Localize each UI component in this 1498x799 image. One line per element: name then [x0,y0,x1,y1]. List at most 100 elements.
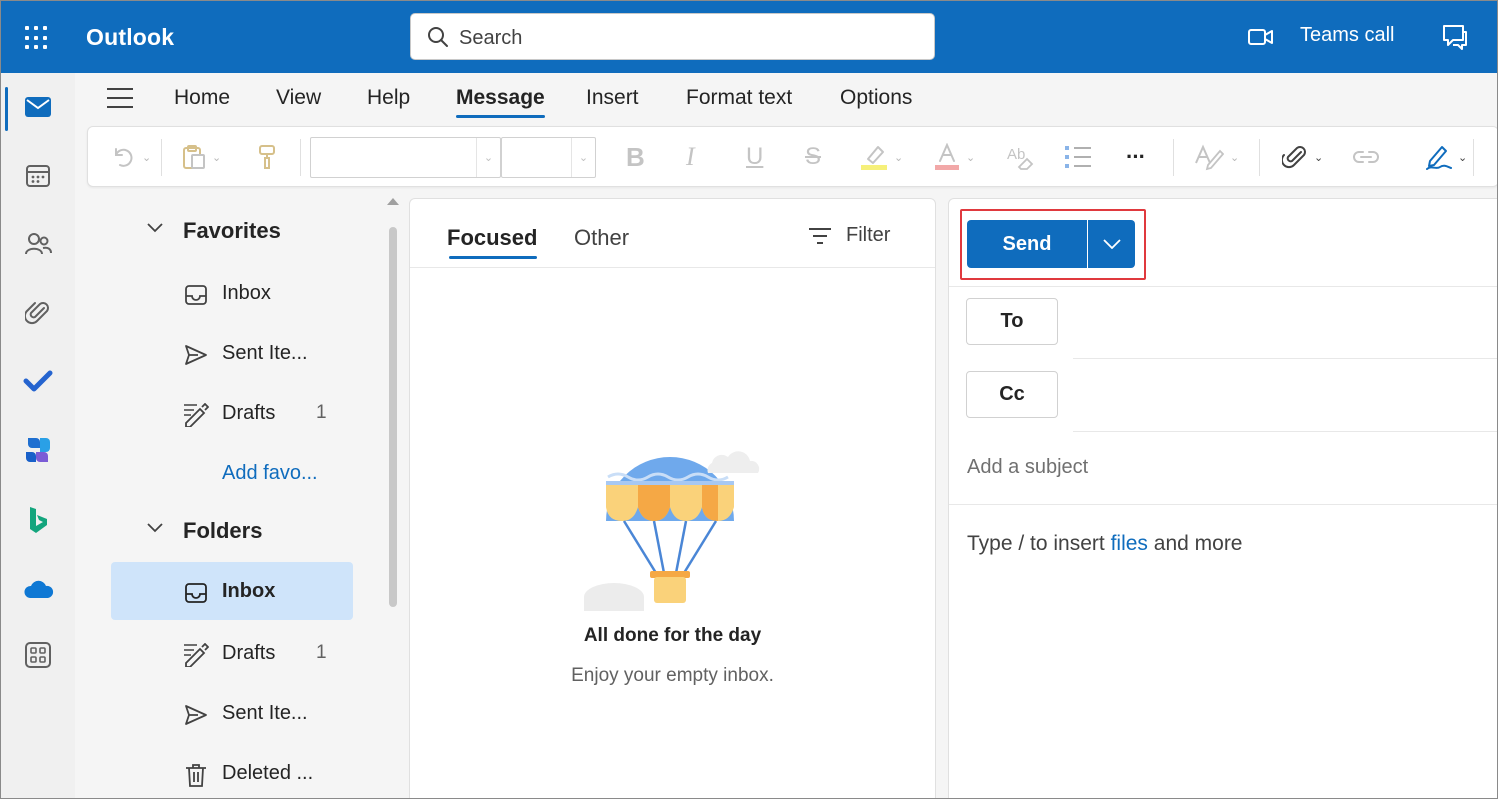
signature-icon [1426,146,1452,170]
bold-icon: B [626,141,645,172]
onedrive-icon[interactable] [19,570,57,608]
tab-home[interactable]: Home [174,86,230,110]
strikethrough-icon: S [805,143,822,170]
video-camera-icon[interactable] [1248,27,1274,47]
send-button[interactable]: Send [967,220,1087,268]
signature-button[interactable]: ⌄ [1424,143,1467,171]
svg-text:Ab: Ab [1007,146,1025,163]
font-name-select[interactable]: ⌄ [310,137,501,178]
folder-inbox[interactable]: Inbox [111,562,353,620]
font-color-button[interactable]: ⌄ [934,143,975,171]
search-placeholder: Search [459,27,523,49]
search-box[interactable]: Search [410,13,935,60]
app-launcher-icon[interactable] [23,24,51,52]
files-link[interactable]: files [1111,532,1148,555]
empty-state-title: All done for the day [583,625,762,646]
message-body[interactable]: Type / to insert files and more [967,532,1243,556]
unread-count: 1 [316,642,327,663]
tab-message[interactable]: Message [456,86,545,118]
folder-label: Sent Ite... [222,701,308,724]
chevron-down-icon[interactable] [147,223,163,233]
compose-pane: Send To Cc Add a subject Type / to inser… [948,198,1497,798]
folder-label: Inbox [222,579,276,602]
editor-button[interactable]: ⌄ [1194,143,1239,171]
body-hint-text: and more [1147,532,1243,555]
more-options-button[interactable]: ··· [1126,143,1146,171]
hot-air-balloon-illustration [584,451,760,611]
paste-button[interactable]: ⌄ [182,143,221,171]
cc-field[interactable] [1073,431,1497,432]
folder-sent-items[interactable]: Sent Ite... [111,684,353,742]
tab-help[interactable]: Help [367,86,410,110]
add-favorite-link[interactable]: Add favo... [222,462,318,485]
folder-label: Drafts [222,401,276,424]
font-color-icon [935,143,959,170]
folder-deleted-items[interactable]: Deleted ... [111,744,353,798]
folder-scrollbar[interactable] [389,227,397,607]
attach-file-button[interactable]: ⌄ [1282,143,1323,171]
strikethrough-button[interactable]: S [805,143,821,171]
inbox-icon [183,282,209,308]
filter-button[interactable]: Filter [808,224,890,247]
underline-icon: U [746,143,764,170]
insert-link-button[interactable] [1352,143,1380,171]
favorites-heading[interactable]: Favorites [183,218,281,244]
todo-icon[interactable] [19,362,57,400]
cc-button[interactable]: Cc [966,371,1058,418]
tab-other[interactable]: Other [574,225,629,251]
favorite-inbox[interactable]: Inbox [111,264,353,322]
undo-button[interactable]: ⌄ [112,143,151,171]
favorite-sent-items[interactable]: Sent Ite... [111,324,353,382]
feedback-icon[interactable] [1441,23,1469,51]
toolbar-divider [161,139,162,176]
tab-format-text[interactable]: Format text [686,86,792,110]
filter-label: Filter [846,224,891,246]
folder-drafts[interactable]: Drafts 1 [111,624,353,682]
inbox-icon [183,580,209,606]
people-icon[interactable] [19,225,57,263]
to-field[interactable] [1073,358,1497,359]
mail-icon[interactable] [19,88,57,126]
app-title[interactable]: Outlook [86,24,174,51]
tab-insert[interactable]: Insert [586,86,639,110]
font-size-select[interactable]: ⌄ [501,137,596,178]
italic-button[interactable]: I [686,142,695,171]
format-painter-button[interactable] [256,143,278,171]
tab-options[interactable]: Options [840,86,912,110]
to-button[interactable]: To [966,298,1058,345]
paperclip-icon [1282,146,1306,169]
chevron-down-icon: ⌄ [142,151,152,164]
chevron-down-icon: ⌄ [212,151,222,164]
tab-focused[interactable]: Focused [447,225,538,259]
favorite-drafts[interactable]: Drafts 1 [111,384,353,442]
send-options-button[interactable] [1088,220,1135,268]
top-bar: Outlook Search Teams call [1,1,1497,73]
chevron-down-icon: ⌄ [966,151,976,164]
more-apps-icon[interactable] [19,636,57,674]
link-icon [1353,151,1379,163]
teams-call-button[interactable]: Teams call [1300,24,1394,47]
chevron-down-icon [1102,239,1121,249]
hamburger-menu-icon[interactable] [107,88,133,108]
chevron-down-icon[interactable] [147,523,163,533]
ribbon-toolbar: ⌄ ⌄ ⌄ ⌄ B I U S ⌄ ⌄ Ab ··· ⌄ ⌄ ⌄ [87,126,1497,187]
clear-formatting-button[interactable]: Ab [1006,143,1034,171]
folders-heading[interactable]: Folders [183,518,262,544]
highlight-button[interactable]: ⌄ [860,143,903,171]
chevron-down-icon: ⌄ [1314,151,1324,164]
body-hint-text: Type / to insert [967,532,1111,555]
underline-button[interactable]: U [746,143,763,171]
folder-label: Sent Ite... [222,341,308,364]
bold-button[interactable]: B [626,141,645,172]
bullets-button[interactable] [1064,143,1092,171]
subject-input[interactable]: Add a subject [967,456,1088,479]
copilot-icon[interactable] [19,431,57,469]
editor-icon [1195,144,1224,171]
attachment-icon[interactable] [19,294,57,332]
bing-icon[interactable] [19,501,57,539]
scroll-up-arrow[interactable] [387,198,399,205]
divider [949,504,1497,505]
tab-view[interactable]: View [276,86,321,110]
calendar-icon[interactable] [19,157,57,195]
drafts-icon [183,642,209,668]
